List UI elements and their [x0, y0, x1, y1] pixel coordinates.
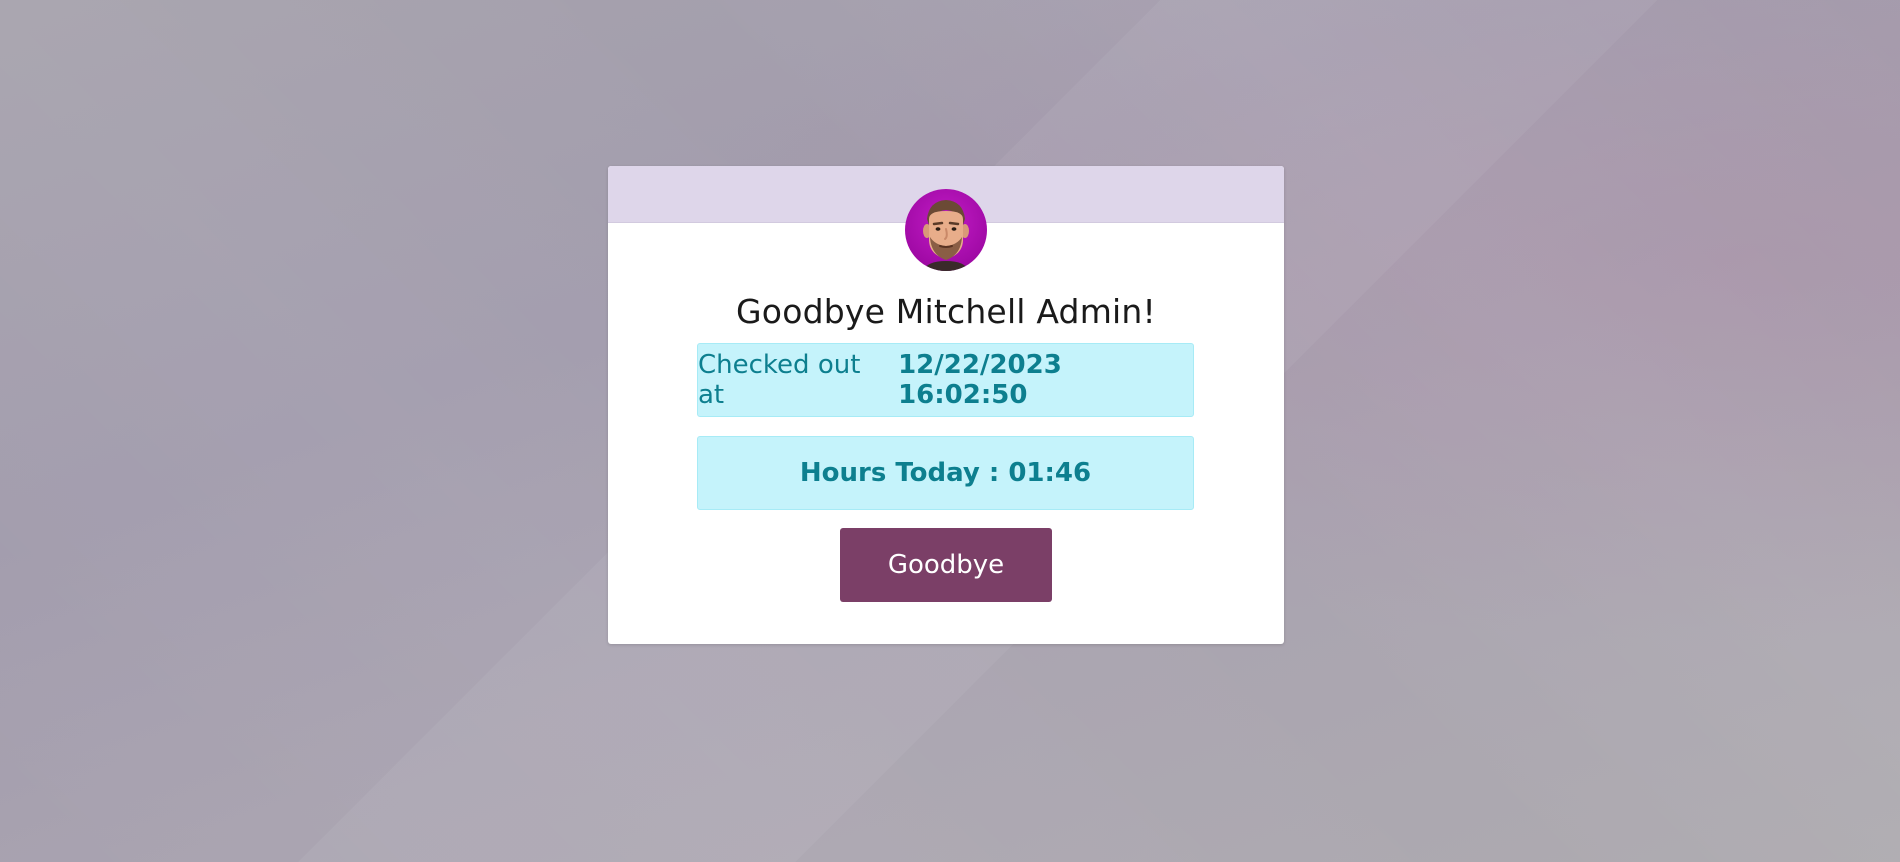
hours-today-text: Hours Today : 01:46 [799, 458, 1092, 488]
checkout-status-alert: Checked out at 12/22/2023 16:02:50 [697, 343, 1194, 417]
goodbye-button[interactable]: Goodbye [840, 528, 1052, 602]
hours-today-alert: Hours Today : 01:46 [697, 436, 1194, 510]
checkout-time: 12/22/2023 16:02:50 [898, 350, 1062, 410]
checkout-prefix: Checked out at [698, 350, 861, 410]
user-avatar-icon [905, 189, 987, 271]
kiosk-card: Goodbye Mitchell Admin! Checked out at 1… [608, 166, 1284, 644]
greeting-title: Goodbye Mitchell Admin! [736, 292, 1156, 331]
